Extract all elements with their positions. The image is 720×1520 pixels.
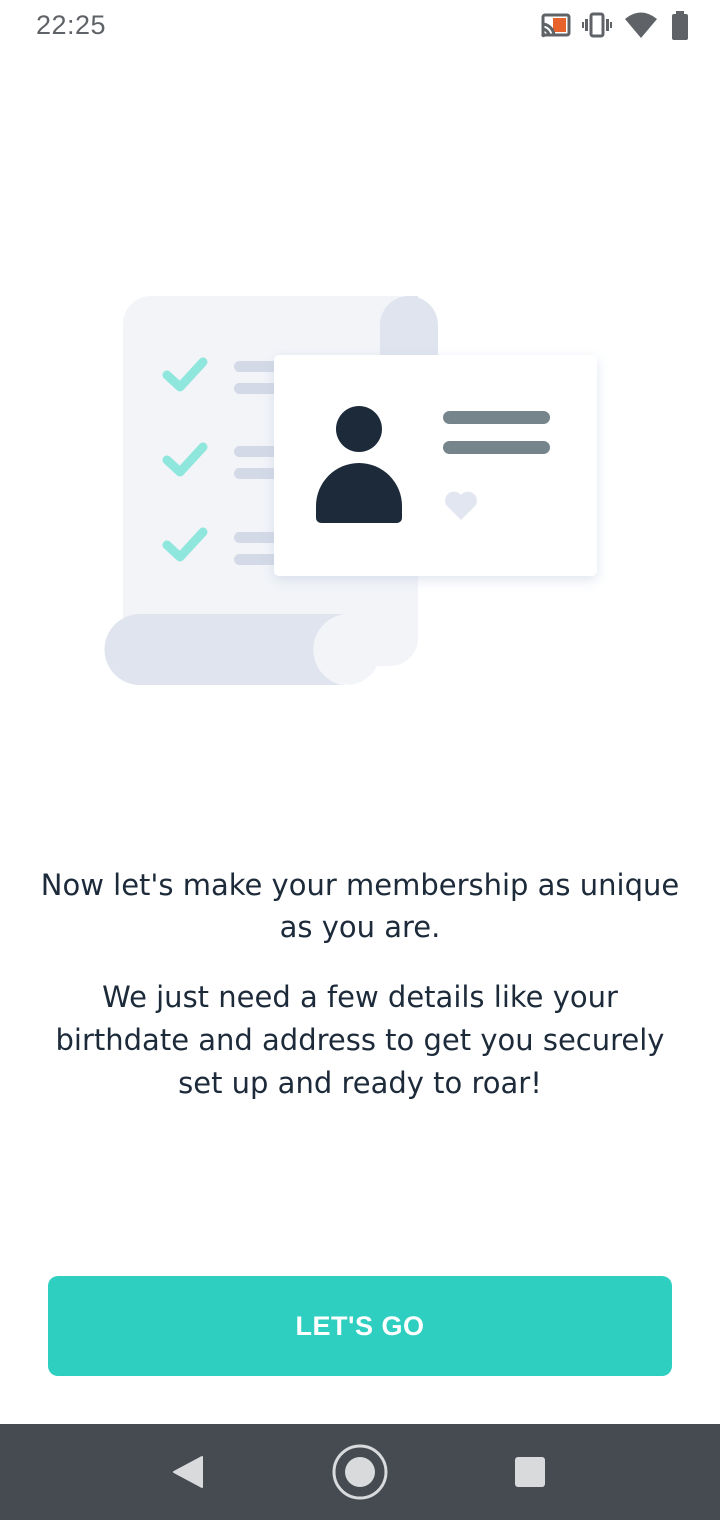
recents-icon bbox=[515, 1457, 545, 1487]
id-card bbox=[274, 355, 597, 576]
status-icons bbox=[540, 10, 690, 44]
vibrate-icon bbox=[582, 12, 612, 38]
scroll-bottom-roll bbox=[104, 614, 345, 685]
membership-card-illustration bbox=[104, 296, 597, 685]
lets-go-button[interactable]: LET'S GO bbox=[48, 1276, 672, 1376]
body-text: We just need a few details like your bir… bbox=[55, 980, 665, 1100]
back-button[interactable] bbox=[128, 1424, 248, 1520]
navigation-bar bbox=[0, 1424, 720, 1520]
home-icon bbox=[332, 1444, 388, 1500]
battery-icon bbox=[672, 11, 688, 40]
back-icon bbox=[173, 1456, 203, 1488]
status-bar: 22:25 bbox=[0, 0, 720, 54]
status-time: 22:25 bbox=[36, 10, 107, 40]
cast-icon bbox=[541, 13, 571, 38]
home-button[interactable] bbox=[300, 1424, 420, 1520]
headline: Now let's make your membership as unique… bbox=[40, 868, 680, 944]
wifi-icon bbox=[625, 12, 657, 38]
recents-button[interactable] bbox=[470, 1424, 590, 1520]
